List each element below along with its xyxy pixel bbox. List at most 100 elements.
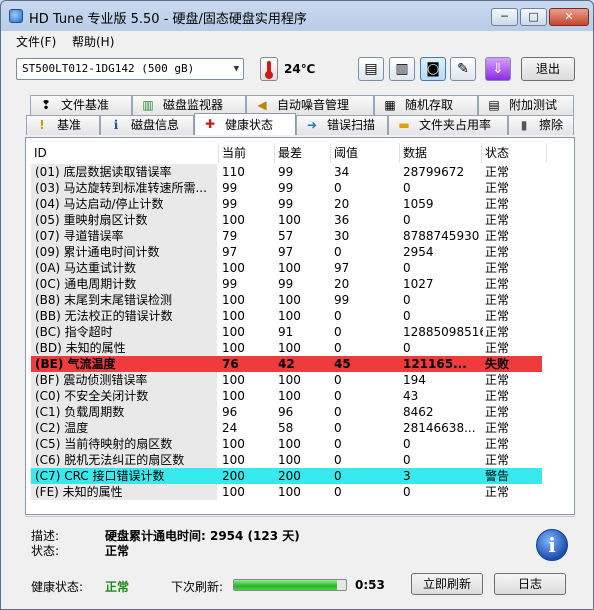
copy-text-icon[interactable]: ▤ bbox=[358, 57, 384, 81]
table-row[interactable]: (0A) 马达重试计数 100 100 97 0 正常 bbox=[31, 260, 542, 276]
table-row[interactable]: (BC) 指令超时 100 91 0 12885098516 正常 bbox=[31, 324, 542, 340]
cell-worst: 100 bbox=[278, 453, 301, 467]
health-cross-icon: ✚ bbox=[204, 117, 216, 131]
screenshot-camera-icon[interactable]: ◙ bbox=[420, 57, 446, 81]
title-bar[interactable]: HD Tune 专业版 5.50 - 硬盘/固态硬盘实用程序 ─ □ ✕ bbox=[1, 1, 593, 31]
tab-folder-usage[interactable]: ▬ 文件夹占用率 bbox=[388, 115, 508, 135]
cell-worst: 99 bbox=[278, 277, 294, 291]
cell-current: 99 bbox=[222, 181, 238, 195]
close-button[interactable]: ✕ bbox=[549, 8, 589, 26]
header-data[interactable]: 数据 bbox=[400, 143, 482, 163]
cell-data: 0 bbox=[403, 453, 411, 467]
table-row[interactable]: (C5) 当前待映射的扇区数 100 100 0 0 正常 bbox=[31, 436, 542, 452]
log-button[interactable]: 日志 bbox=[494, 573, 566, 595]
header-worst[interactable]: 最差 bbox=[275, 143, 331, 163]
cell-current: 100 bbox=[222, 325, 245, 339]
cell-status: 正常 bbox=[485, 197, 510, 211]
cell-worst: 100 bbox=[278, 213, 301, 227]
header-id[interactable]: ID bbox=[31, 143, 219, 163]
table-row[interactable]: (BE) 气流温度 76 42 45 121165... 失败 bbox=[31, 356, 542, 372]
cell-current: 100 bbox=[222, 341, 245, 355]
cell-data: 1027 bbox=[403, 277, 434, 291]
cell-current: 99 bbox=[222, 277, 238, 291]
cell-current: 96 bbox=[222, 405, 238, 419]
cell-worst: 97 bbox=[278, 245, 294, 259]
tab-random-access[interactable]: ▦ 随机存取 bbox=[374, 95, 478, 115]
table-row[interactable]: (BB) 无法校正的错误计数 100 100 0 0 正常 bbox=[31, 308, 542, 324]
info-icon: i bbox=[536, 529, 568, 561]
cell-data: 0 bbox=[403, 437, 411, 451]
menu-file[interactable]: 文件(F) bbox=[16, 33, 56, 50]
copy-info-icon[interactable]: ▥ bbox=[389, 57, 415, 81]
drive-select[interactable]: ST500LT012-1DG142 (500 gB) ▼ bbox=[16, 58, 244, 80]
cell-id: (C2) 温度 bbox=[31, 420, 217, 436]
table-row[interactable]: (BF) 震动侦测错误率 100 100 0 194 正常 bbox=[31, 372, 542, 388]
table-row[interactable]: (C6) 脱机无法纠正的扇区数 100 100 0 0 正常 bbox=[31, 452, 542, 468]
refresh-now-button[interactable]: 立即刷新 bbox=[411, 573, 483, 595]
table-row[interactable]: (03) 马达旋转到标准转速所需... 99 99 0 0 正常 bbox=[31, 180, 542, 196]
table-row[interactable]: (C7) CRC 接口错误计数 200 200 0 3 警告 bbox=[31, 468, 542, 484]
save-down-arrow-icon[interactable]: ⇓ bbox=[485, 57, 511, 81]
cell-current: 110 bbox=[222, 165, 245, 179]
cell-id: (FE) 未知的属性 bbox=[31, 484, 217, 500]
table-row[interactable]: (BD) 未知的属性 100 100 0 0 正常 bbox=[31, 340, 542, 356]
table-row[interactable]: (C1) 负载周期数 96 96 0 8462 正常 bbox=[31, 404, 542, 420]
cell-data: 0 bbox=[403, 309, 411, 323]
table-row[interactable]: (C2) 温度 24 58 0 28146638... 正常 bbox=[31, 420, 542, 436]
table-row[interactable]: (05) 重映射扇区计数 100 100 36 0 正常 bbox=[31, 212, 542, 228]
minimize-button[interactable]: ─ bbox=[491, 8, 518, 26]
tab-disk-info[interactable]: i 磁盘信息 bbox=[100, 115, 194, 135]
table-row[interactable]: (01) 底层数据读取错误率 110 99 34 28799672 正常 bbox=[31, 164, 542, 180]
tab-label: 文件夹占用率 bbox=[419, 118, 492, 132]
cell-threshold: 20 bbox=[334, 277, 350, 291]
cell-id: (C6) 脱机无法纠正的扇区数 bbox=[31, 452, 217, 468]
cell-threshold: 20 bbox=[334, 197, 350, 211]
cell-data: 43 bbox=[403, 389, 419, 403]
cell-id: (BB) 无法校正的错误计数 bbox=[31, 308, 217, 324]
table-row[interactable]: (0C) 通电周期计数 99 99 20 1027 正常 bbox=[31, 276, 542, 292]
tab-erase[interactable]: ▮ 擦除 bbox=[508, 115, 574, 135]
extra-tests-icon: ▤ bbox=[488, 98, 500, 112]
cell-data: 121165... bbox=[403, 357, 467, 371]
maximize-button[interactable]: □ bbox=[520, 8, 547, 26]
tab-file-benchmark[interactable]: ❢ 文件基准 bbox=[30, 95, 132, 115]
table-row[interactable]: (09) 累计通电时间计数 97 97 0 2954 正常 bbox=[31, 244, 542, 260]
tab-disk-monitor[interactable]: ▥ 磁盘监视器 bbox=[132, 95, 246, 115]
cell-worst: 100 bbox=[278, 437, 301, 451]
cell-worst: 99 bbox=[278, 181, 294, 195]
cell-threshold: 34 bbox=[334, 165, 350, 179]
benchmark-icon: ! bbox=[39, 118, 45, 132]
tab-error-scan[interactable]: ➜ 错误扫描 bbox=[296, 115, 388, 135]
divider bbox=[25, 516, 575, 517]
cell-data: 1059 bbox=[403, 197, 434, 211]
cell-status: 正常 bbox=[485, 293, 510, 307]
tab-noise-management[interactable]: ◀ 自动噪音管理 bbox=[246, 95, 374, 115]
table-row[interactable]: (07) 寻道错误率 79 57 30 8788745930 正常 bbox=[31, 228, 542, 244]
header-current[interactable]: 当前 bbox=[219, 143, 275, 163]
cell-id: (04) 马达启动/停止计数 bbox=[31, 196, 217, 212]
cell-threshold: 0 bbox=[334, 437, 342, 451]
cell-worst: 100 bbox=[278, 389, 301, 403]
header-status[interactable]: 状态 bbox=[482, 143, 547, 163]
options-wrench-icon[interactable]: ✎ bbox=[450, 57, 476, 81]
thermometer-icon bbox=[260, 57, 278, 81]
tab-health[interactable]: ✚ 健康状态 bbox=[194, 113, 296, 135]
cell-id: (BE) 气流温度 bbox=[31, 356, 217, 372]
cell-status: 正常 bbox=[485, 325, 510, 339]
menu-help[interactable]: 帮助(H) bbox=[72, 33, 114, 50]
tab-benchmark[interactable]: ! 基准 bbox=[26, 115, 100, 135]
table-row[interactable]: (C0) 不安全关闭计数 100 100 0 43 正常 bbox=[31, 388, 542, 404]
table-row[interactable]: (B8) 末尾到末尾错误检测 100 100 99 0 正常 bbox=[31, 292, 542, 308]
state-value: 正常 bbox=[105, 544, 130, 558]
exit-button[interactable]: 退出 bbox=[521, 57, 575, 81]
table-row[interactable]: (04) 马达启动/停止计数 99 99 20 1059 正常 bbox=[31, 196, 542, 212]
cell-status: 正常 bbox=[485, 405, 510, 419]
cell-data: 8788745930 bbox=[403, 229, 480, 243]
info-icon: i bbox=[113, 118, 119, 132]
table-row[interactable]: (FE) 未知的属性 100 100 0 0 正常 bbox=[31, 484, 542, 500]
cell-status: 正常 bbox=[485, 437, 510, 451]
health-status-label: 健康状态: bbox=[31, 580, 84, 594]
error-scan-icon: ➜ bbox=[306, 118, 318, 132]
tab-extra-tests[interactable]: ▤ 附加测试 bbox=[478, 95, 574, 115]
header-threshold[interactable]: 阈值 bbox=[331, 143, 400, 163]
